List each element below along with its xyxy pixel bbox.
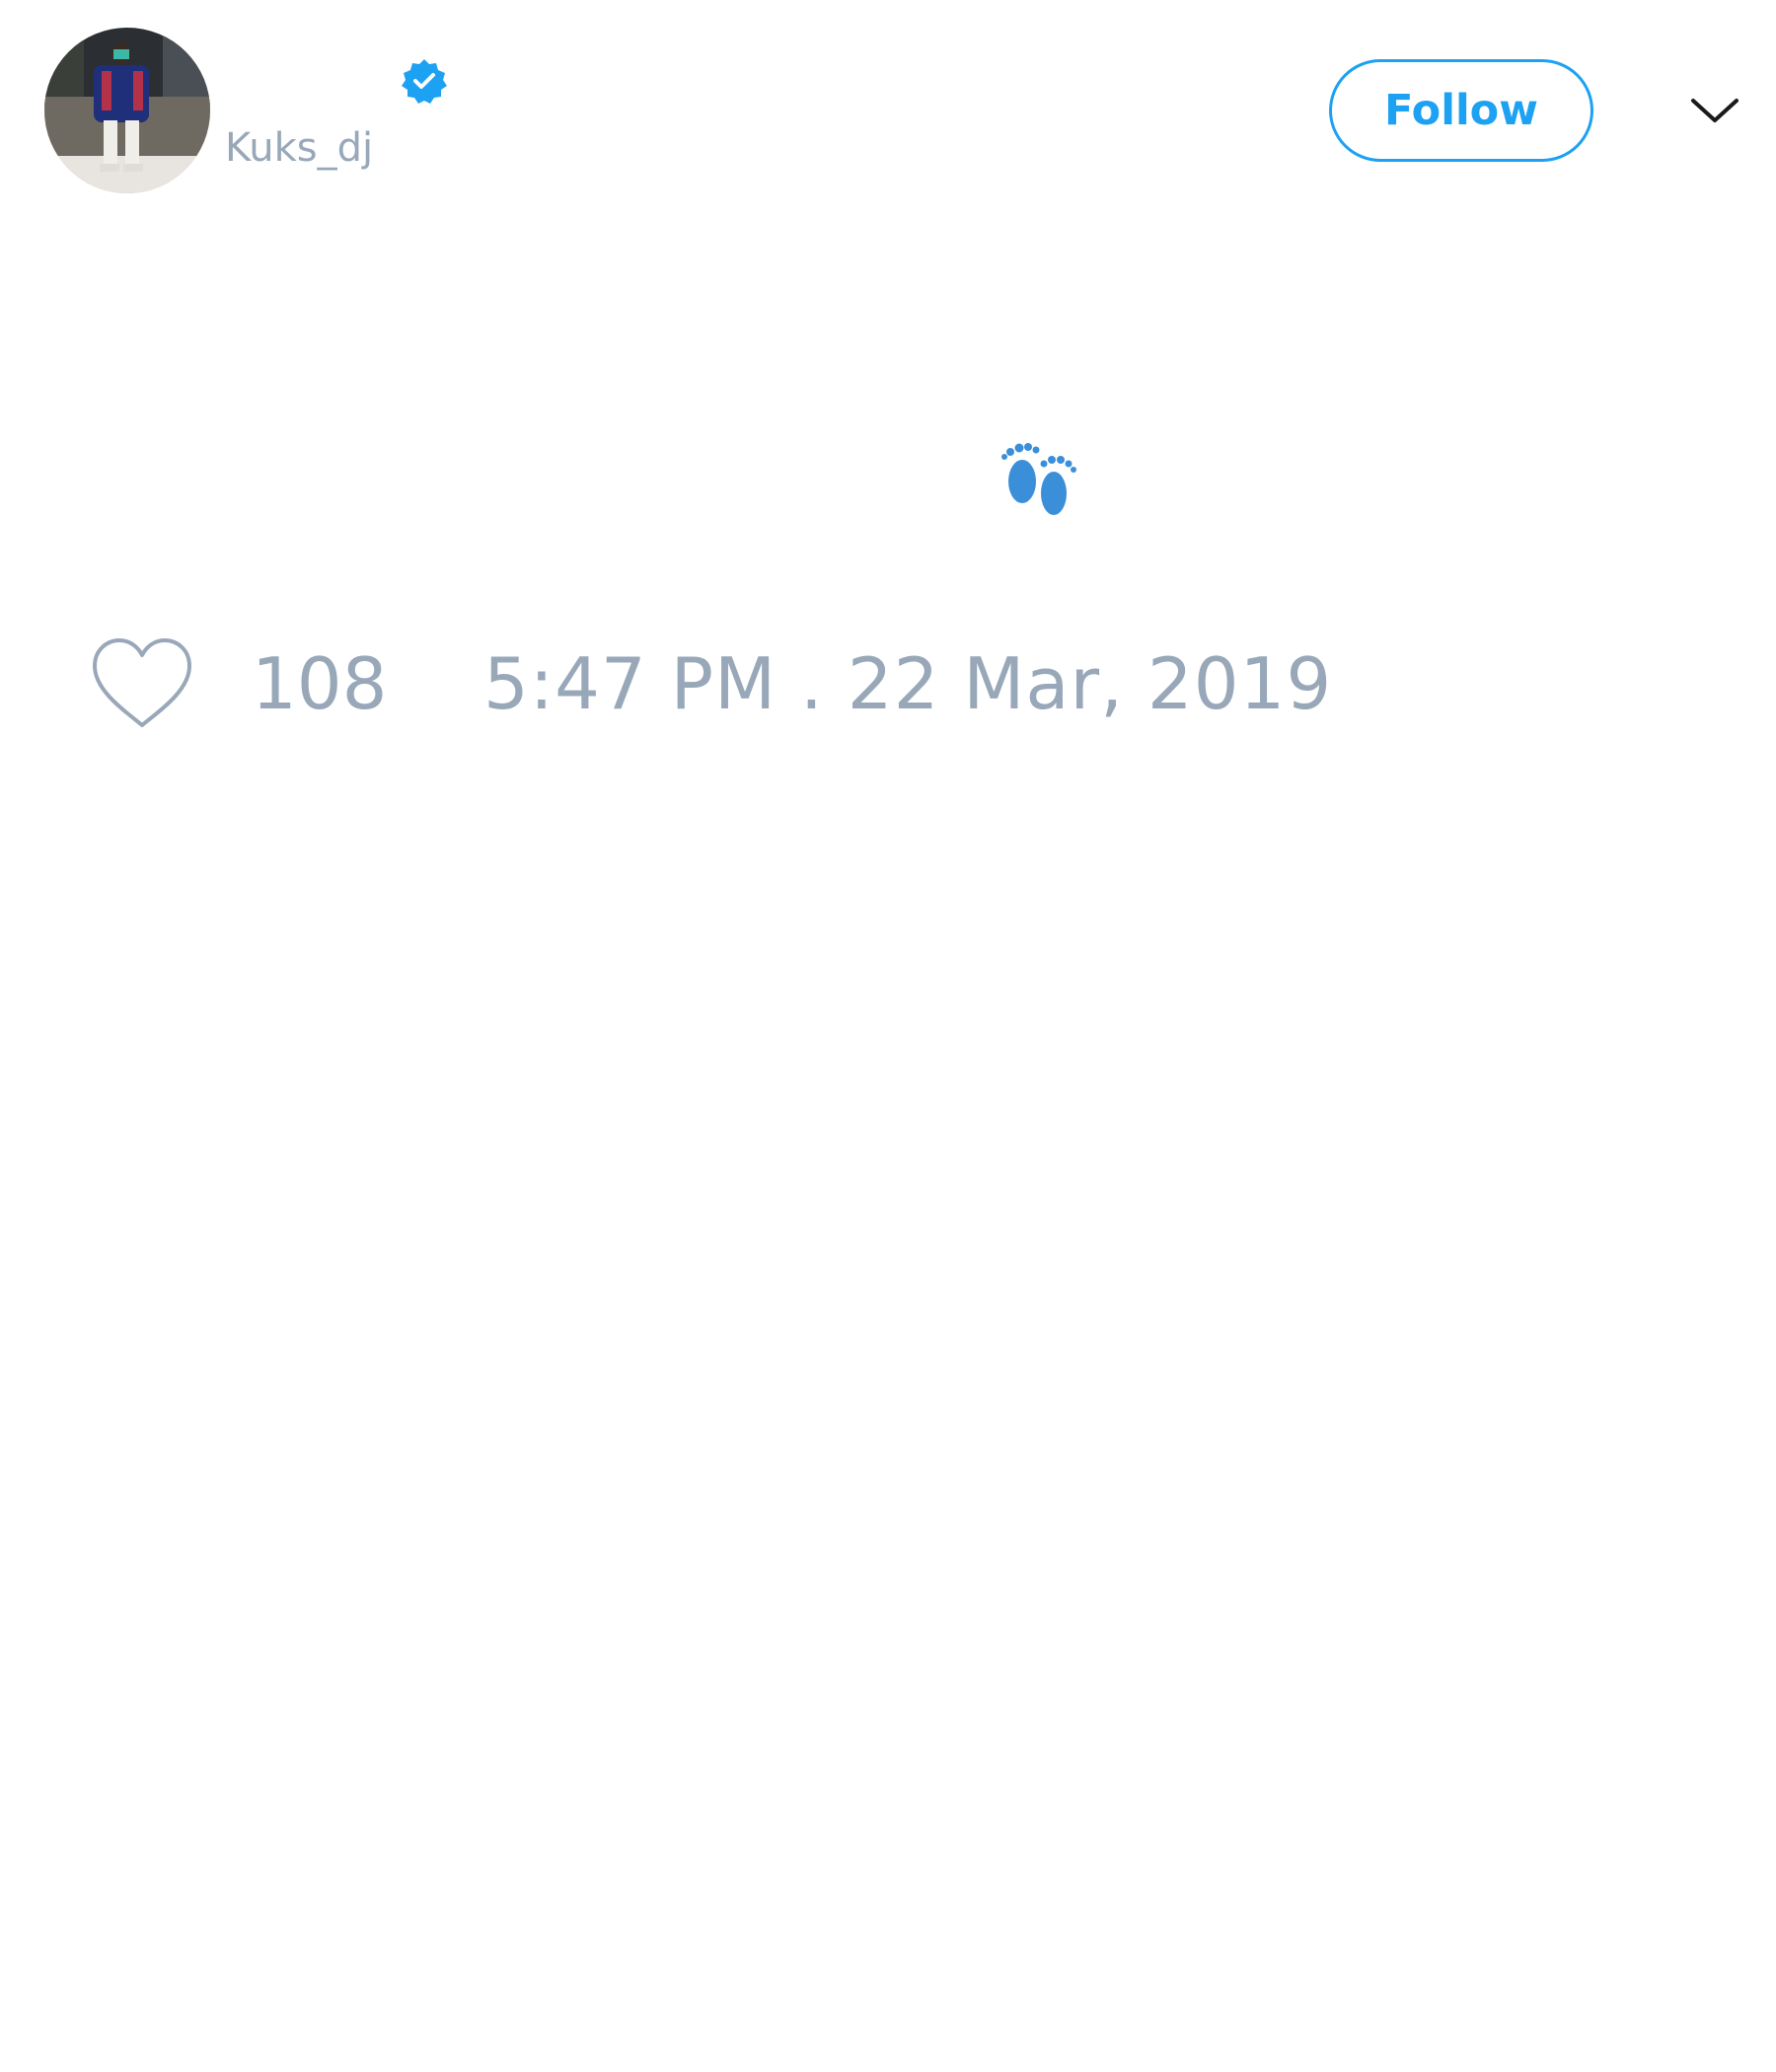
- follow-button[interactable]: Follow: [1329, 59, 1593, 162]
- profile-photo: [44, 28, 210, 193]
- avatar[interactable]: [44, 28, 210, 193]
- like-count: 108: [252, 642, 388, 725]
- footprints-emoji: [1001, 443, 1076, 515]
- author-handle[interactable]: Kuks_dj: [225, 124, 373, 172]
- verified-badge-icon: [402, 59, 447, 104]
- tweet-timestamp[interactable]: 5:47 PM . 22 Mar, 2019: [483, 642, 1332, 725]
- chevron-down-icon[interactable]: [1689, 91, 1740, 130]
- heart-outline-icon[interactable]: [89, 636, 195, 731]
